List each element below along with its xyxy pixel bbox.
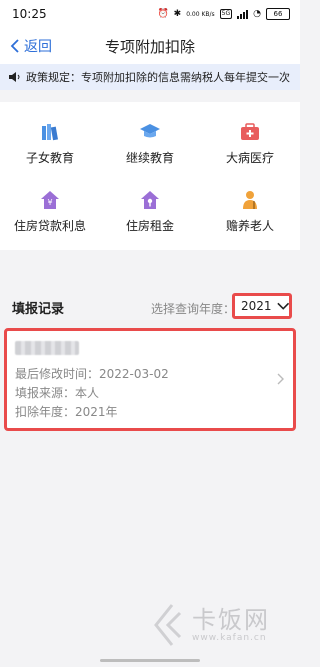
deduction-label: 住房租金 [125,218,174,233]
medical-kit-icon [239,121,261,143]
graduation-cap-icon [139,121,161,143]
back-label: 返回 [24,39,52,55]
source-label: 填报来源： [15,386,76,400]
policy-text: 政策规定：专项附加扣除的信息需纳税人每年提交一次 [26,71,290,84]
status-time: 10:25 [12,7,47,21]
blurred-name [15,341,79,355]
modified-label: 最后修改时间： [15,367,100,381]
back-button[interactable]: 返回 [10,28,52,64]
records-header: 填报记录 选择查询年度： 2021 [0,284,300,328]
status-icons: ⏰ ✱ 0.00 KB/s 5G ◔ 66 [157,8,290,20]
deduction-label: 继续教育 [125,150,174,165]
svg-text:¥: ¥ [47,198,52,207]
deduction-housing-rent[interactable]: 住房租金 [100,178,200,244]
battery-icon: 66 [266,8,290,20]
status-bar: 10:25 ⏰ ✱ 0.00 KB/s 5G ◔ 66 [0,0,300,28]
deduction-continuing-education[interactable]: 继续教育 [100,110,200,176]
watermark-logo-icon [154,604,182,646]
chevron-right-icon [277,373,284,385]
deduction-children-education[interactable]: 子女教育 [0,110,100,176]
deduction-elderly-support[interactable]: 赡养老人 [200,178,300,244]
chevron-down-icon [276,302,289,310]
deduction-housing-loan-interest[interactable]: ¥ 住房贷款利息 [0,178,100,244]
year-dropdown[interactable]: 2021 [232,293,292,319]
wifi-icon: ◔ [253,9,261,19]
alarm-icon: ⏰ [157,9,169,19]
watermark-sub-text: www.kafan.cn [192,633,267,643]
deduction-serious-illness[interactable]: 大病医疗 [200,110,300,176]
watermark: 卡饭网 www.kafan.cn [150,600,290,650]
modified-value: 2022-03-02 [99,367,169,381]
year-select-label: 选择查询年度： [151,302,236,316]
deduction-year-value: 2021年 [75,405,118,419]
signal-icon [237,9,249,19]
home-indicator[interactable] [100,659,200,662]
house-rent-icon [139,189,161,211]
deduction-label: 大病医疗 [225,150,274,165]
network-type: 5G [219,9,233,19]
speaker-icon [9,72,20,82]
modified-time-row: 最后修改时间：2022-03-02 [15,365,169,382]
house-loan-icon: ¥ [39,189,61,211]
selected-year: 2021 [241,299,272,313]
record-card[interactable]: 最后修改时间：2022-03-02 填报来源：本人 扣除年度：2021年 [4,328,296,431]
deduction-label: 赡养老人 [225,218,274,233]
bluetooth-icon: ✱ [173,9,182,19]
source-value: 本人 [75,386,100,400]
deduction-year-label: 扣除年度： [15,405,76,419]
watermark-main-text: 卡饭网 [192,606,270,634]
records-title: 填报记录 [12,302,65,317]
policy-banner: 政策规定：专项附加扣除的信息需纳税人每年提交一次 [0,64,300,90]
books-icon [39,121,61,143]
chevron-left-icon [10,39,19,53]
network-speed: 0.00 KB/s [186,10,215,18]
deduction-label: 子女教育 [25,150,74,165]
nav-bar: 返回 专项附加扣除 [0,28,300,64]
elderly-icon [239,189,261,211]
source-row: 填报来源：本人 [15,384,99,401]
page-title: 专项附加扣除 [104,37,195,56]
deduction-grid: 子女教育 继续教育 大病医疗 ¥ 住房贷款利息 住房租金 赡养老人 [0,102,300,250]
deduction-label: 住房贷款利息 [13,218,86,233]
deduction-year-row: 扣除年度：2021年 [15,403,118,420]
